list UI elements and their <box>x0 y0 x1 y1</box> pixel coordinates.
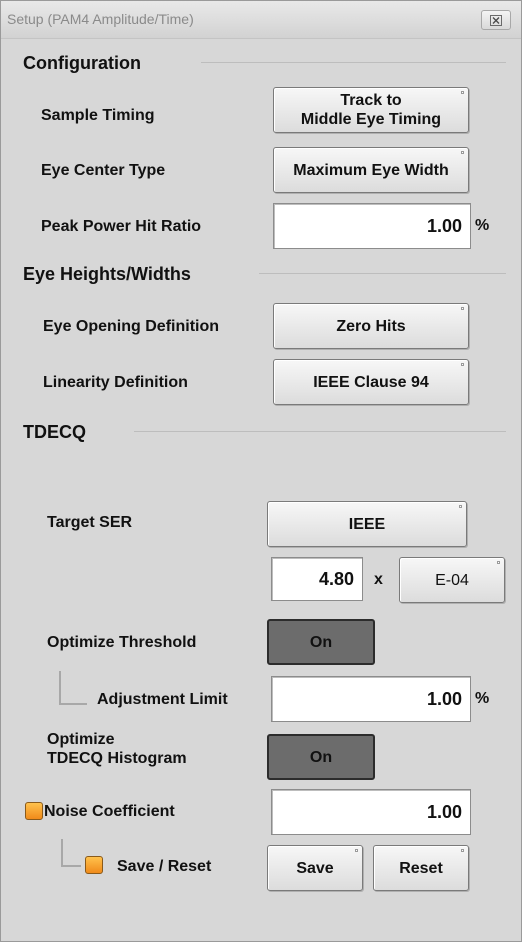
dropdown-indicator-icon <box>461 307 464 310</box>
dropdown-indicator-icon <box>461 91 464 94</box>
setup-window: Setup (PAM4 Amplitude/Time) Configuratio… <box>0 0 522 942</box>
ser-exponent-value: E-04 <box>435 571 469 589</box>
save-button-label: Save <box>296 859 334 877</box>
adjustment-limit-value: 1.00 <box>426 688 462 709</box>
section-tdecq: TDECQ <box>23 422 86 442</box>
peak-power-hit-ratio-value: 1.00 <box>426 215 462 236</box>
optimize-histogram-label: Optimize TDECQ Histogram <box>47 730 187 768</box>
eye-opening-definition-value: Zero Hits <box>336 317 406 335</box>
peak-power-unit: % <box>475 217 490 234</box>
adjustment-limit-unit: % <box>475 690 490 707</box>
tdecq-separator <box>134 431 506 432</box>
linearity-definition-label: Linearity Definition <box>43 374 188 391</box>
ser-exponent-button[interactable]: E-04 <box>399 557 505 603</box>
sample-timing-value-line1: Track to <box>340 92 402 109</box>
dropdown-indicator-icon <box>459 505 462 508</box>
save-reset-checkbox[interactable] <box>85 856 103 874</box>
close-icon <box>490 15 502 26</box>
dropdown-indicator-icon <box>461 849 464 852</box>
title-bar[interactable]: Setup (PAM4 Amplitude/Time) <box>1 1 521 39</box>
eye-opening-definition-button[interactable]: Zero Hits <box>273 303 469 349</box>
dropdown-indicator-icon <box>461 151 464 154</box>
configuration-separator <box>201 62 506 63</box>
linearity-definition-button[interactable]: IEEE Clause 94 <box>273 359 469 405</box>
target-ser-value: IEEE <box>348 515 386 533</box>
optimize-histogram-value: On <box>309 748 333 766</box>
sample-timing-value-line2: Middle Eye Timing <box>300 111 442 128</box>
peak-power-hit-ratio-field[interactable]: 1.00 <box>273 203 471 249</box>
reset-button-label: Reset <box>399 859 443 877</box>
optimize-histogram-label-line2: TDECQ Histogram <box>47 750 187 767</box>
eye-center-type-label: Eye Center Type <box>41 162 166 179</box>
ser-mantissa-field[interactable]: 4.80 <box>271 557 363 601</box>
noise-coefficient-value: 1.00 <box>426 801 462 822</box>
dropdown-indicator-icon <box>461 363 464 366</box>
section-eye-heights-widths: Eye Heights/Widths <box>23 264 191 284</box>
optimize-threshold-toggle[interactable]: On <box>267 619 375 665</box>
target-ser-button[interactable]: IEEE <box>267 501 467 547</box>
reset-button[interactable]: Reset <box>373 845 469 891</box>
eye-center-type-value: Maximum Eye Width <box>293 161 449 179</box>
noise-coefficient-checkbox[interactable] <box>25 802 43 820</box>
optimize-threshold-label: Optimize Threshold <box>47 634 197 651</box>
sample-timing-label: Sample Timing <box>41 107 155 124</box>
noise-coefficient-field[interactable]: 1.00 <box>271 789 471 835</box>
dropdown-indicator-icon <box>497 561 500 564</box>
save-button[interactable]: Save <box>267 845 363 891</box>
section-configuration: Configuration <box>23 53 141 73</box>
target-ser-label: Target SER <box>47 514 133 531</box>
ser-mantissa-value: 4.80 <box>318 568 354 589</box>
window-title: Setup (PAM4 Amplitude/Time) <box>7 11 194 27</box>
save-reset-label: Save / Reset <box>117 858 212 875</box>
close-button[interactable] <box>481 10 511 30</box>
noise-coefficient-label: Noise Coefficient <box>44 803 175 820</box>
optimize-histogram-toggle[interactable]: On <box>267 734 375 780</box>
sample-timing-button[interactable]: Track to Middle Eye Timing <box>273 87 469 133</box>
linearity-definition-value: IEEE Clause 94 <box>313 373 429 391</box>
peak-power-hit-ratio-label: Peak Power Hit Ratio <box>41 218 202 235</box>
eye-heights-separator <box>259 273 506 274</box>
eye-opening-definition-label: Eye Opening Definition <box>43 318 220 335</box>
ser-times-label: x <box>374 571 383 588</box>
adjustment-limit-field[interactable]: 1.00 <box>271 676 471 722</box>
tree-connector-icon <box>59 671 87 705</box>
eye-center-type-button[interactable]: Maximum Eye Width <box>273 147 469 193</box>
adjustment-limit-label: Adjustment Limit <box>97 691 228 708</box>
tree-connector-icon <box>61 839 81 867</box>
optimize-histogram-label-line1: Optimize <box>47 731 115 748</box>
dropdown-indicator-icon <box>355 849 358 852</box>
optimize-threshold-value: On <box>309 633 333 651</box>
